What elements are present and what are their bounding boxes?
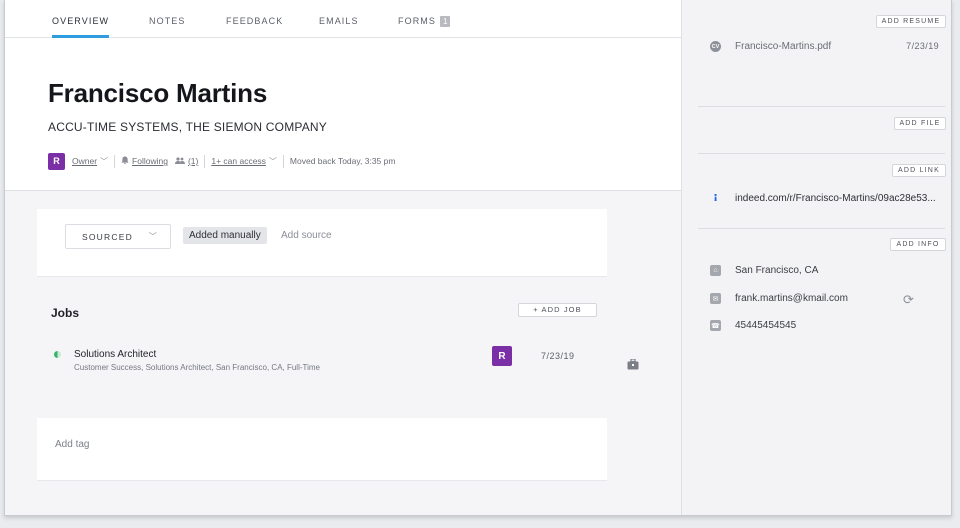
- add-source-link[interactable]: Add source: [281, 230, 332, 241]
- job-title-link[interactable]: Solutions Architect: [74, 349, 156, 360]
- candidate-company: ACCU-TIME SYSTEMS, THE SIEMON COMPANY: [48, 120, 327, 134]
- tab-label: FEEDBACK: [226, 16, 284, 26]
- candidate-header: Francisco Martins ACCU-TIME SYSTEMS, THE…: [5, 38, 681, 191]
- jobs-section: Jobs + ADD JOB Solutions Architect Custo…: [37, 280, 639, 415]
- job-subtitle: Customer Success, Solutions Architect, S…: [74, 363, 321, 372]
- add-tag-input[interactable]: Add tag: [55, 439, 89, 450]
- tab-overview[interactable]: OVERVIEW: [52, 0, 110, 38]
- candidate-name: Francisco Martins: [48, 78, 268, 108]
- divider: [114, 154, 116, 168]
- divider: [698, 228, 945, 229]
- email-text[interactable]: frank.martins@kmail.com: [735, 293, 848, 304]
- stage-moved-text: Moved back Today, 3:35 pm: [289, 156, 396, 166]
- source-select-value: SOURCED: [82, 232, 133, 242]
- followers-icon: [174, 156, 185, 166]
- bell-icon: [121, 156, 129, 167]
- add-file-button[interactable]: ADD FILE: [894, 117, 946, 130]
- sidebar: ADD RESUME CV Francisco-Martins.pdf 7/23…: [681, 0, 951, 515]
- divider: [282, 154, 284, 168]
- add-link-button[interactable]: ADD LINK: [892, 164, 946, 177]
- source-card: SOURCED ﹀ Added manually Add source: [37, 209, 607, 277]
- resume-filename[interactable]: Francisco-Martins.pdf: [735, 41, 831, 52]
- add-resume-button[interactable]: ADD RESUME: [876, 15, 946, 28]
- main-panel: OVERVIEW NOTES FEEDBACK EMAILS FORMS 1 Fr…: [5, 0, 681, 515]
- tab-emails[interactable]: EMAILS: [319, 0, 359, 38]
- home-icon: ⌂: [710, 265, 721, 276]
- divider: [204, 154, 206, 168]
- tab-feedback[interactable]: FEEDBACK: [226, 0, 283, 38]
- tab-label: OVERVIEW: [52, 16, 110, 26]
- tab-bar: OVERVIEW NOTES FEEDBACK EMAILS FORMS 1: [5, 0, 681, 38]
- chevron-down-icon[interactable]: ﹀: [100, 156, 108, 167]
- email-icon: ✉: [710, 293, 721, 304]
- forms-count-badge: 1: [440, 16, 451, 27]
- owner-avatar[interactable]: R: [48, 152, 65, 170]
- phone-icon: ☎: [710, 320, 721, 331]
- phone-text[interactable]: 45445454545: [735, 320, 796, 331]
- job-owner-avatar[interactable]: R: [492, 346, 512, 366]
- tab-forms[interactable]: FORMS 1: [398, 0, 451, 38]
- briefcase-icon[interactable]: [627, 357, 639, 375]
- resume-date: 7/23/19: [906, 41, 939, 51]
- location-text: San Francisco, CA: [735, 265, 819, 276]
- cv-icon: CV: [710, 41, 721, 52]
- resume-row[interactable]: CV Francisco-Martins.pdf: [710, 41, 831, 52]
- location-row: ⌂ San Francisco, CA: [710, 265, 818, 276]
- chevron-down-icon: ﹀: [148, 232, 158, 241]
- job-date: 7/23/19: [541, 351, 575, 361]
- phone-row[interactable]: ☎ 45445454545: [710, 320, 796, 331]
- add-job-button[interactable]: + ADD JOB: [518, 303, 597, 317]
- tags-card: Add tag: [37, 418, 607, 481]
- email-row[interactable]: ✉ frank.martins@kmail.com: [710, 293, 848, 304]
- divider: [698, 106, 945, 107]
- tab-label: FORMS: [398, 16, 436, 26]
- following-link[interactable]: Following: [132, 156, 168, 166]
- owner-dropdown[interactable]: Owner: [72, 156, 97, 166]
- chevron-down-icon[interactable]: ﹀: [269, 156, 277, 167]
- profile-link[interactable]: indeed.com/r/Francisco-Martins/09ac28e53…: [735, 193, 936, 204]
- job-status-icon: [54, 351, 61, 358]
- link-row[interactable]: ꜟ indeed.com/r/Francisco-Martins/09ac28e…: [710, 190, 936, 207]
- refresh-icon[interactable]: ⟳: [903, 292, 914, 308]
- followers-count-link[interactable]: (1): [188, 156, 198, 166]
- divider: [698, 153, 945, 154]
- jobs-heading: Jobs: [51, 306, 80, 320]
- tab-label: EMAILS: [319, 16, 359, 26]
- tab-notes[interactable]: NOTES: [149, 0, 186, 38]
- source-select[interactable]: SOURCED ﹀: [65, 224, 171, 249]
- indeed-icon: ꜟ: [713, 190, 718, 207]
- source-chip[interactable]: Added manually: [183, 227, 267, 244]
- add-info-button[interactable]: ADD INFO: [890, 238, 946, 251]
- candidate-meta: R Owner ﹀ Following (1) 1+ can access ﹀ …: [48, 152, 395, 170]
- tab-label: NOTES: [149, 16, 186, 26]
- candidate-profile: OVERVIEW NOTES FEEDBACK EMAILS FORMS 1 Fr…: [4, 0, 952, 516]
- access-dropdown[interactable]: 1+ can access: [211, 156, 266, 166]
